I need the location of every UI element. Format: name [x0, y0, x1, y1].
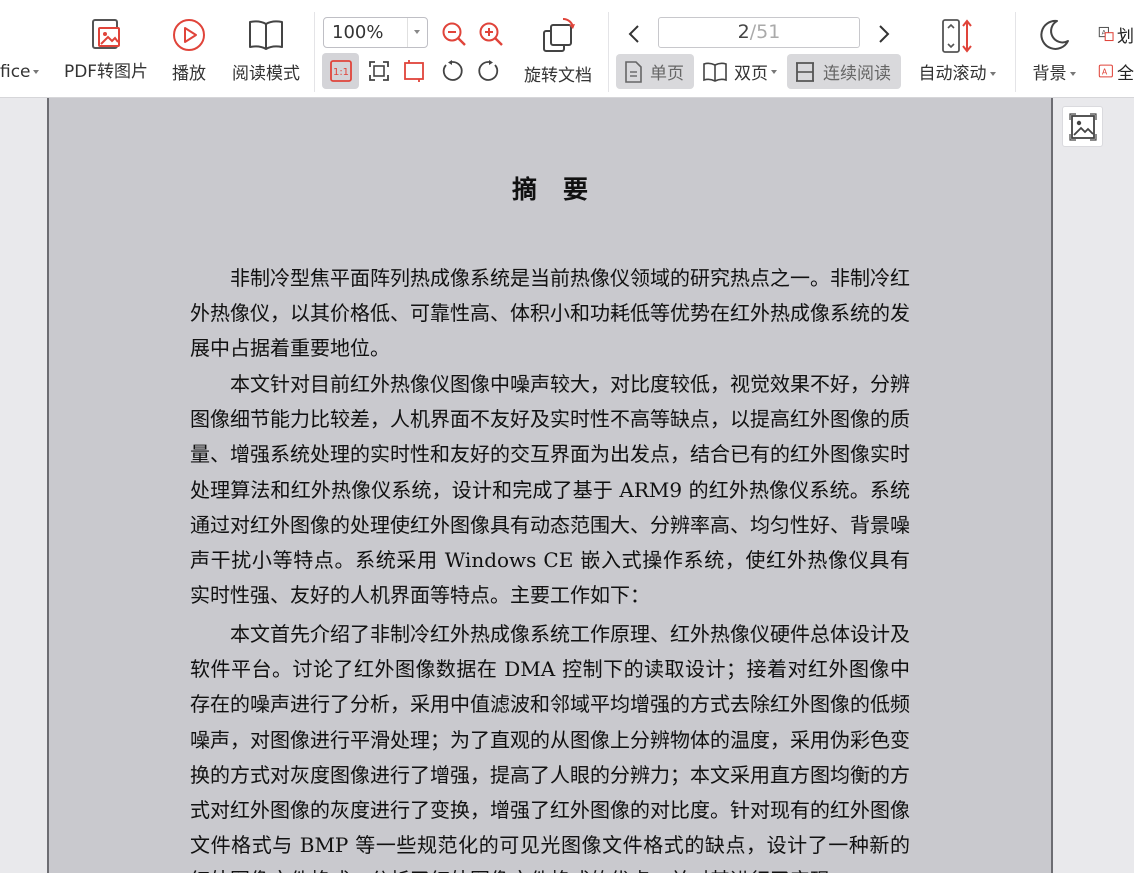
play-icon: [173, 19, 205, 51]
pdf-image-icon: [92, 19, 120, 49]
fit-width-icon: [404, 60, 424, 82]
paragraph-3: 本文首先介绍了非制冷红外热成像系统工作原理、红外热像仪硬件总体设计及软件平台。讨…: [190, 622, 910, 873]
double-page-label: 双页: [734, 64, 768, 84]
pdf-to-image-button[interactable]: PDF转图片: [60, 17, 152, 82]
single-page-button[interactable]: 单页: [616, 54, 694, 89]
zoom-select[interactable]: 100%: [323, 17, 428, 48]
next-page-button[interactable]: [872, 20, 896, 48]
previous-page-button[interactable]: [622, 20, 646, 48]
background-label: 背景: [1032, 64, 1067, 84]
rotate-document-label: 旋转文档: [524, 66, 592, 86]
fit-page-icon: [369, 61, 389, 81]
paragraph-2: 本文针对目前红外热像仪图像中噪声较大，对比度较低，视觉效果不好，分辨图像细节能力…: [190, 372, 910, 608]
play-label: 播放: [172, 64, 206, 84]
chevron-down-icon: [989, 72, 996, 76]
zoom-in-button[interactable]: [477, 20, 505, 48]
read-mode-label: 阅读模式: [232, 64, 300, 84]
continuous-reading-label: 连续阅读: [823, 64, 891, 84]
auto-scroll-button[interactable]: 自动滚动: [912, 17, 1002, 84]
chevron-right-icon: [879, 25, 890, 43]
rotate-right-icon: [478, 60, 499, 81]
pdf-to-image-label: PDF转图片: [63, 62, 149, 82]
document-viewport[interactable]: 摘要 非制冷型焦平面阵列热成像系统是当前热像仪领域的研究热点之一。非制冷红外热像…: [0, 98, 1134, 873]
toolbar-divider: [314, 12, 315, 92]
continuous-scroll-icon: [796, 61, 814, 82]
rotate-document-icon: [543, 17, 575, 52]
double-page-icon: [703, 62, 727, 82]
image-icon: [1068, 112, 1097, 141]
rotate-right-button[interactable]: [475, 56, 503, 86]
svg-text:A: A: [1102, 67, 1108, 76]
fit-width-button[interactable]: [400, 56, 428, 86]
zoom-value: 100%: [332, 22, 384, 43]
background-label-wrap: 背景: [1033, 59, 1076, 84]
actual-size-icon: 1:1: [329, 60, 352, 82]
image-extract-button[interactable]: [1062, 106, 1103, 147]
auto-scroll-icon: [942, 19, 972, 53]
double-page-button[interactable]: 双页: [696, 54, 784, 89]
actual-size-button[interactable]: 1:1: [322, 53, 359, 89]
rotate-left-icon: [442, 60, 463, 81]
zoom-in-icon: [479, 22, 503, 46]
auto-scroll-label-wrap: 自动滚动: [919, 59, 996, 84]
office-label: fice: [0, 62, 31, 82]
toolbar-divider: [1015, 12, 1016, 92]
full-translate-icon: A: [1098, 64, 1113, 78]
read-mode-button[interactable]: 阅读模式: [228, 17, 304, 84]
chevron-down-icon: [33, 70, 39, 74]
single-page-label: 单页: [650, 64, 684, 84]
page-title: 摘要: [511, 175, 614, 204]
rotate-left-button[interactable]: [438, 56, 466, 86]
current-page: 2: [737, 21, 750, 43]
full-translate-label: 全: [1117, 63, 1134, 84]
chevron-left-icon: [628, 25, 639, 43]
single-page-icon: [625, 60, 642, 83]
rotate-document-button[interactable]: 旋转文档: [518, 17, 598, 86]
office-menu[interactable]: fice: [0, 62, 39, 82]
moon-icon: [1040, 19, 1069, 50]
auto-scroll-label: 自动滚动: [918, 64, 987, 84]
play-button[interactable]: 播放: [168, 17, 210, 84]
fit-page-button[interactable]: [365, 56, 393, 86]
full-translate-button[interactable]: A 全: [1098, 56, 1134, 86]
svg-text:1:1: 1:1: [332, 67, 348, 78]
page-number-input[interactable]: 2/51: [658, 17, 860, 48]
pdf-page: 摘要 非制冷型焦平面阵列热成像系统是当前热像仪领域的研究热点之一。非制冷红外热像…: [47, 98, 1053, 873]
book-icon: [249, 20, 283, 50]
background-button[interactable]: 背景: [1026, 17, 1082, 84]
zoom-out-button[interactable]: [440, 20, 468, 48]
continuous-reading-button[interactable]: 连续阅读: [787, 54, 901, 89]
total-pages: /51: [749, 21, 781, 43]
translate-label: 划: [1117, 26, 1134, 47]
toolbar-divider: [608, 12, 609, 92]
zoom-out-icon: [442, 22, 466, 46]
translate-icon: A: [1098, 26, 1114, 42]
toolbar: fice PDF转图片 播放 阅读模式 100% 1:1 旋转文档 2/51 单…: [0, 0, 1134, 98]
chevron-down-icon[interactable]: [407, 18, 427, 47]
translate-selection-button[interactable]: A 划: [1098, 20, 1134, 48]
paragraph-1: 非制冷型焦平面阵列热成像系统是当前热像仪领域的研究热点之一。非制冷红外热像仪，以…: [190, 266, 910, 361]
chevron-down-icon: [771, 69, 777, 74]
chevron-down-icon: [1069, 72, 1076, 76]
